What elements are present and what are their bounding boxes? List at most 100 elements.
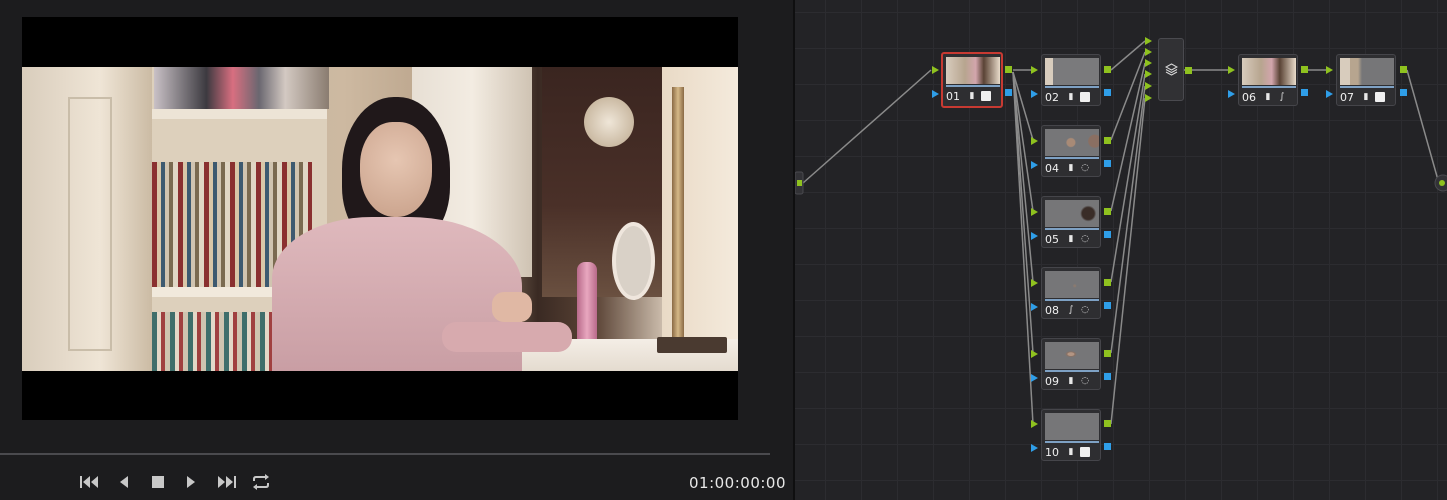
node-02[interactable]: 02 ▮ bbox=[1041, 54, 1101, 106]
histogram-icon: ▮ bbox=[1068, 92, 1074, 102]
node-04-rgb-output[interactable] bbox=[1104, 137, 1111, 144]
node-05-alpha-input[interactable] bbox=[1031, 232, 1038, 240]
node-09-thumbnail bbox=[1045, 342, 1099, 369]
loop-button[interactable] bbox=[249, 470, 273, 494]
play-button[interactable] bbox=[181, 470, 201, 494]
node-07-rgb-output[interactable] bbox=[1400, 66, 1407, 73]
node-08[interactable]: 08 ∫ ◌ bbox=[1041, 267, 1101, 319]
node-label: 05 bbox=[1045, 233, 1059, 246]
loop-icon bbox=[253, 474, 269, 490]
node-04-alpha-input[interactable] bbox=[1031, 161, 1038, 169]
node-09-rgb-output[interactable] bbox=[1104, 350, 1111, 357]
node-label: 08 bbox=[1045, 304, 1059, 317]
node-10-rgb-output[interactable] bbox=[1104, 420, 1111, 427]
node-07-thumbnail bbox=[1340, 58, 1394, 85]
node-01-rgb-input[interactable] bbox=[932, 66, 939, 74]
node-07-alpha-output[interactable] bbox=[1400, 89, 1407, 96]
node-07-rgb-input[interactable] bbox=[1326, 66, 1333, 74]
node-04-thumbnail bbox=[1045, 129, 1099, 156]
node-10-alpha-input[interactable] bbox=[1031, 444, 1038, 452]
node-04-rgb-input[interactable] bbox=[1031, 137, 1038, 145]
node-08-alpha-input[interactable] bbox=[1031, 303, 1038, 311]
histogram-icon: ▮ bbox=[1363, 92, 1369, 102]
skip-back-icon bbox=[80, 476, 98, 488]
node-label: 02 bbox=[1045, 91, 1059, 104]
layer-mixer-node[interactable] bbox=[1158, 38, 1184, 101]
play-reverse-button[interactable] bbox=[114, 470, 134, 494]
play-reverse-icon bbox=[120, 476, 128, 488]
node-label: 06 bbox=[1242, 91, 1256, 104]
node-01-alpha-output[interactable] bbox=[1005, 89, 1012, 96]
window-icon: ◌ bbox=[1081, 376, 1089, 386]
node-06-thumbnail bbox=[1242, 58, 1296, 85]
node-08-thumbnail bbox=[1045, 271, 1099, 298]
node-01-thumbnail bbox=[946, 57, 1000, 84]
playhead-track[interactable] bbox=[0, 453, 770, 455]
node-06-rgb-input[interactable] bbox=[1228, 66, 1235, 74]
node-09-alpha-input[interactable] bbox=[1031, 374, 1038, 382]
node-08-rgb-input[interactable] bbox=[1031, 279, 1038, 287]
node-05-rgb-output[interactable] bbox=[1104, 208, 1111, 215]
node-04[interactable]: 04 ▮ ◌ bbox=[1041, 125, 1101, 177]
video-frame-image bbox=[22, 67, 738, 371]
node-07[interactable]: 07 ▮ bbox=[1336, 54, 1396, 106]
timecode-display: 01:00:00:00 bbox=[689, 474, 787, 492]
node-05-thumbnail bbox=[1045, 200, 1099, 227]
window-icon: ◌ bbox=[1081, 305, 1089, 315]
viewer-frame[interactable] bbox=[22, 17, 738, 420]
node-05-rgb-input[interactable] bbox=[1031, 208, 1038, 216]
histogram-icon: ▮ bbox=[1265, 92, 1271, 102]
histogram-icon: ▮ bbox=[1068, 447, 1074, 457]
node-09-alpha-output[interactable] bbox=[1104, 373, 1111, 380]
stop-icon bbox=[152, 476, 164, 488]
node-09-rgb-input[interactable] bbox=[1031, 350, 1038, 358]
node-01[interactable]: 01 ▮ bbox=[941, 52, 1003, 108]
node-04-alpha-output[interactable] bbox=[1104, 160, 1111, 167]
node-06-rgb-output[interactable] bbox=[1301, 66, 1308, 73]
node-06-alpha-input[interactable] bbox=[1228, 90, 1235, 98]
histogram-icon: ▮ bbox=[969, 91, 975, 101]
node-label: 07 bbox=[1340, 91, 1354, 104]
histogram-icon: ▮ bbox=[1068, 234, 1074, 244]
layers-icon bbox=[1165, 63, 1178, 76]
viewer-panel: 01:00:00:00 bbox=[0, 0, 793, 500]
node-graph-editor[interactable]: 01 ▮ 02 ▮ 04 ▮ ◌ 05 ▮ ◌ 08 ∫ ◌ 09 ▮ ◌ 10… bbox=[795, 0, 1447, 500]
node-02-alpha-output[interactable] bbox=[1104, 89, 1111, 96]
node-05-alpha-output[interactable] bbox=[1104, 231, 1111, 238]
play-icon bbox=[187, 476, 195, 488]
skip-forward-icon bbox=[218, 476, 236, 488]
node-10[interactable]: 10 ▮ bbox=[1041, 409, 1101, 461]
node-02-rgb-output[interactable] bbox=[1104, 66, 1111, 73]
window-icon: ◌ bbox=[1081, 234, 1089, 244]
window-icon: ◌ bbox=[1081, 163, 1089, 173]
node-label: 09 bbox=[1045, 375, 1059, 388]
node-06-alpha-output[interactable] bbox=[1301, 89, 1308, 96]
node-label: 01 bbox=[946, 90, 960, 103]
histogram-icon: ▮ bbox=[1068, 163, 1074, 173]
node-01-rgb-output[interactable] bbox=[1005, 66, 1012, 73]
curves-icon: ∫ bbox=[1279, 92, 1285, 102]
node-10-thumbnail bbox=[1045, 413, 1099, 440]
node-02-rgb-input[interactable] bbox=[1031, 66, 1038, 74]
check-icon bbox=[1080, 92, 1090, 102]
skip-to-end-button[interactable] bbox=[214, 470, 238, 494]
node-01-alpha-input[interactable] bbox=[932, 90, 939, 98]
node-08-rgb-output[interactable] bbox=[1104, 279, 1111, 286]
node-09[interactable]: 09 ▮ ◌ bbox=[1041, 338, 1101, 390]
node-06[interactable]: 06 ▮ ∫ bbox=[1238, 54, 1298, 106]
node-10-rgb-input[interactable] bbox=[1031, 420, 1038, 428]
node-05[interactable]: 05 ▮ ◌ bbox=[1041, 196, 1101, 248]
curves-icon: ∫ bbox=[1068, 305, 1074, 315]
node-label: 10 bbox=[1045, 446, 1059, 459]
check-icon bbox=[981, 91, 991, 101]
node-10-alpha-output[interactable] bbox=[1104, 443, 1111, 450]
stop-button[interactable] bbox=[148, 470, 168, 494]
node-02-alpha-input[interactable] bbox=[1031, 90, 1038, 98]
node-07-alpha-input[interactable] bbox=[1326, 90, 1333, 98]
skip-to-start-button[interactable] bbox=[78, 470, 102, 494]
histogram-icon: ▮ bbox=[1068, 376, 1074, 386]
check-icon bbox=[1375, 92, 1385, 102]
check-icon bbox=[1080, 447, 1090, 457]
node-02-thumbnail bbox=[1045, 58, 1099, 85]
node-08-alpha-output[interactable] bbox=[1104, 302, 1111, 309]
